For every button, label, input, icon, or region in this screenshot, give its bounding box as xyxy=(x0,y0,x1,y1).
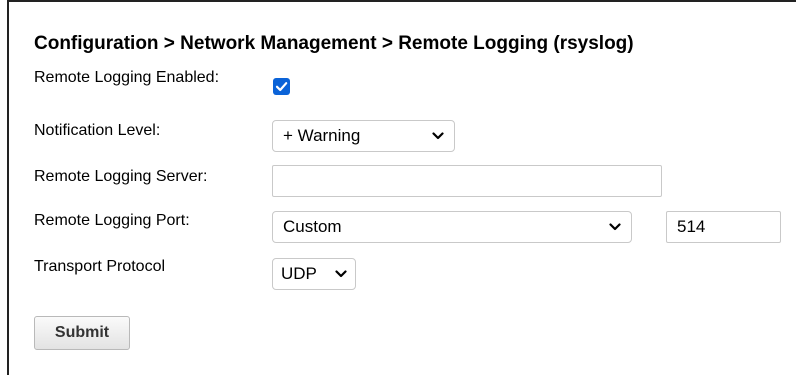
remote-logging-port-label: Remote Logging Port: xyxy=(34,212,190,229)
notification-level-value: + Warning xyxy=(283,126,361,145)
transport-protocol-select[interactable]: UDP xyxy=(272,258,356,290)
transport-protocol-value: UDP xyxy=(281,264,317,283)
remote-logging-enabled-checkbox[interactable] xyxy=(273,78,290,95)
transport-protocol-label: Transport Protocol xyxy=(34,258,166,275)
notification-level-select[interactable]: + Warning xyxy=(272,120,455,152)
remote-logging-port-value: Custom xyxy=(283,217,342,236)
chevron-down-icon xyxy=(432,132,444,140)
remote-logging-enabled-label: Remote Logging Enabled: xyxy=(34,69,220,86)
custom-port-input[interactable]: 514 xyxy=(666,211,781,243)
submit-button[interactable]: Submit xyxy=(34,316,130,350)
chevron-down-icon xyxy=(609,223,621,231)
frame-top-border xyxy=(7,0,796,2)
frame-left-border xyxy=(7,0,9,375)
page-title: Configuration > Network Management > Rem… xyxy=(34,33,634,54)
remote-logging-server-label: Remote Logging Server: xyxy=(34,168,208,185)
notification-level-label: Notification Level: xyxy=(34,122,161,139)
chevron-down-icon xyxy=(335,270,347,278)
remote-logging-port-select[interactable]: Custom xyxy=(272,211,632,243)
remote-logging-server-input[interactable] xyxy=(272,165,662,197)
checkmark-icon xyxy=(275,82,288,92)
